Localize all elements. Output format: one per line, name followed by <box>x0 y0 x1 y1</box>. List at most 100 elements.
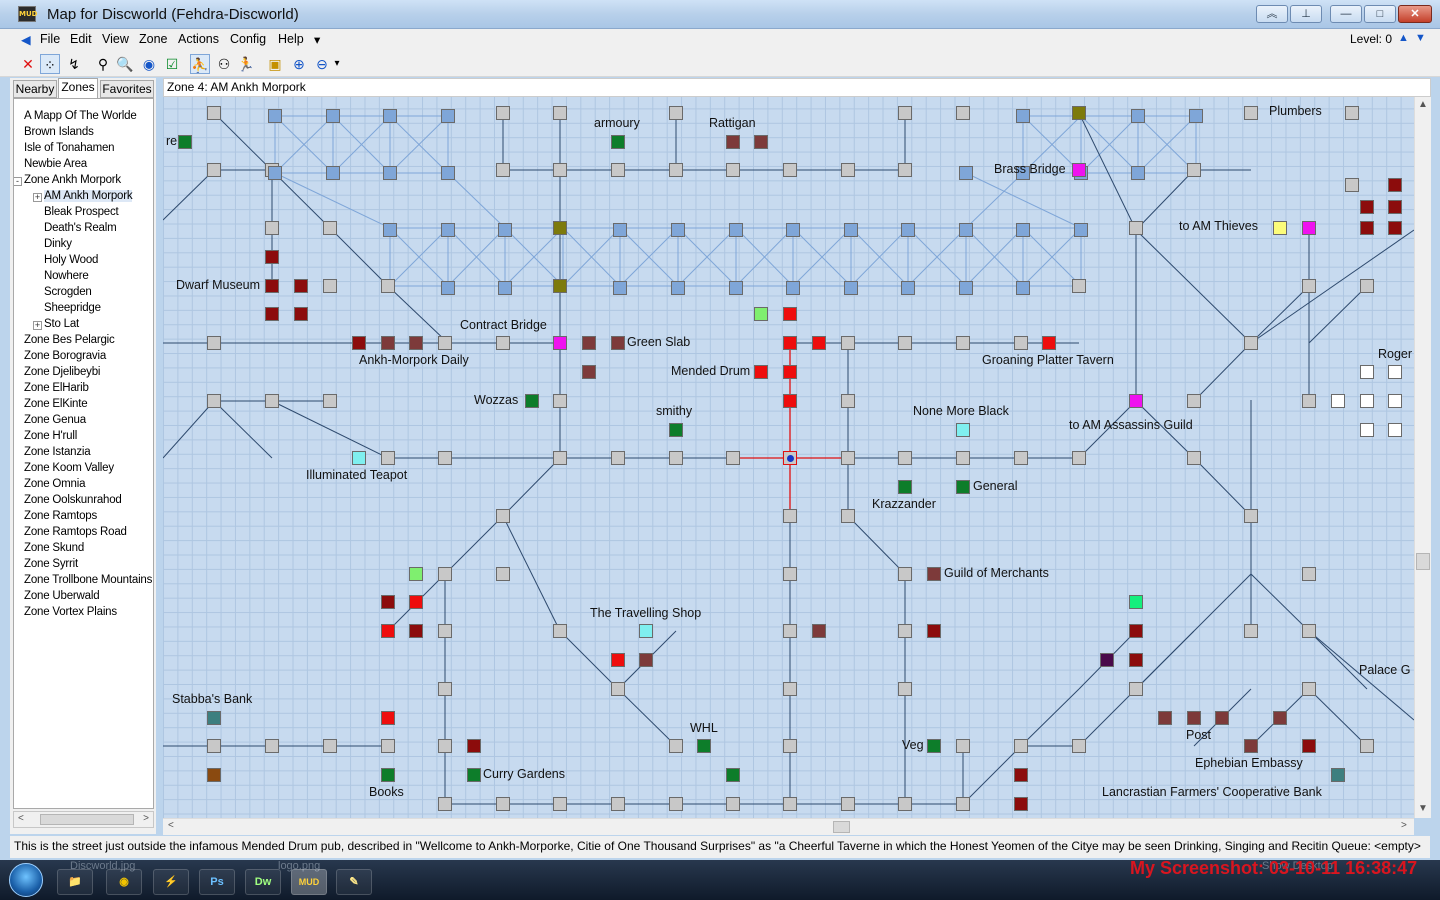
menu-config[interactable]: Config <box>230 32 266 46</box>
tab-favorites[interactable]: Favorites <box>100 80 154 98</box>
map-room[interactable] <box>438 451 452 465</box>
map-horizontal-scrollbar[interactable]: < > <box>163 818 1414 835</box>
map-room[interactable] <box>812 624 826 638</box>
map-room[interactable] <box>383 223 397 237</box>
delete-icon[interactable]: ✕ <box>18 54 38 74</box>
map-room[interactable] <box>352 451 366 465</box>
map-room[interactable] <box>927 739 941 753</box>
map-room[interactable] <box>959 223 973 237</box>
map-room[interactable] <box>1129 394 1143 408</box>
tree-item[interactable]: Isle of Tonahamen <box>24 142 115 154</box>
map-room[interactable] <box>1244 739 1258 753</box>
map-room[interactable] <box>467 739 481 753</box>
map-room[interactable] <box>812 336 826 350</box>
map-room[interactable] <box>1016 109 1030 123</box>
map-room[interactable] <box>498 223 512 237</box>
map-room[interactable] <box>1302 279 1316 293</box>
map-room[interactable] <box>553 221 567 235</box>
map-room[interactable] <box>1187 163 1201 177</box>
map-room[interactable] <box>726 163 740 177</box>
tree-item[interactable]: Zone Koom Valley <box>24 462 114 474</box>
map-room[interactable] <box>326 109 340 123</box>
map-room[interactable] <box>901 281 915 295</box>
map-room[interactable] <box>441 109 455 123</box>
tree-item[interactable]: Zone Syrrit <box>24 558 78 570</box>
map-canvas[interactable]: re armoury Rattigan Plumbers Brass Bridge to … <box>163 97 1414 818</box>
tree-item[interactable]: Zone Vortex Plains <box>24 606 117 618</box>
map-room[interactable] <box>409 567 423 581</box>
tree-item[interactable]: Sheepridge <box>44 302 101 314</box>
tree-item[interactable]: AM Ankh Morpork <box>44 190 133 202</box>
map-room[interactable] <box>207 711 221 725</box>
map-room[interactable] <box>613 281 627 295</box>
zone-icon[interactable]: ▣ <box>265 54 285 74</box>
map-room[interactable] <box>726 768 740 782</box>
tree-item[interactable]: Zone Borogravia <box>24 350 106 362</box>
map-room[interactable] <box>611 682 625 696</box>
taskbar-explorer-icon[interactable]: 📁 <box>57 869 93 895</box>
menu-help[interactable]: Help <box>278 32 304 46</box>
map-room[interactable] <box>268 109 282 123</box>
map-room[interactable] <box>496 509 510 523</box>
map-room[interactable] <box>783 624 797 638</box>
map-room[interactable] <box>1187 711 1201 725</box>
tree-item[interactable]: Zone Ankh Morpork <box>24 174 121 186</box>
tab-nearby[interactable]: Nearby <box>13 80 57 98</box>
tree-item[interactable]: Zone Skund <box>24 542 84 554</box>
map-room[interactable] <box>582 336 596 350</box>
map-room[interactable] <box>1187 394 1201 408</box>
map-room[interactable] <box>1072 739 1086 753</box>
map-room[interactable] <box>265 739 279 753</box>
map-room[interactable] <box>959 281 973 295</box>
scroll-left-icon[interactable]: < <box>168 820 174 831</box>
map-room[interactable] <box>841 163 855 177</box>
map-room[interactable] <box>786 281 800 295</box>
tree-item[interactable]: Zone Genua <box>24 414 86 426</box>
maximize-button[interactable]: □ <box>1364 5 1396 23</box>
map-room[interactable] <box>726 797 740 811</box>
map-hscroll-thumb[interactable] <box>833 821 850 833</box>
map-room[interactable] <box>639 624 653 638</box>
map-room[interactable] <box>754 307 768 321</box>
tree-item[interactable]: Zone H'rull <box>24 430 77 442</box>
map-room[interactable] <box>844 281 858 295</box>
map-room[interactable] <box>553 624 567 638</box>
tree-item[interactable]: Zone Omnia <box>24 478 85 490</box>
map-vscroll-thumb[interactable] <box>1416 553 1430 570</box>
binoculars-icon[interactable]: ⚲ <box>93 54 113 74</box>
tree-item[interactable]: Zone Trollbone Mountains <box>24 574 152 586</box>
tree-item[interactable]: Zone Istanzia <box>24 446 91 458</box>
map-room[interactable] <box>1273 221 1287 235</box>
map-room[interactable] <box>1244 336 1258 350</box>
map-room[interactable] <box>783 365 797 379</box>
map-room[interactable] <box>1129 653 1143 667</box>
runner-icon[interactable]: 🏃 <box>236 54 256 74</box>
map-room[interactable] <box>438 739 452 753</box>
map-room[interactable] <box>613 223 627 237</box>
map-room[interactable] <box>611 653 625 667</box>
map-room[interactable] <box>1360 365 1374 379</box>
map-room[interactable] <box>1014 797 1028 811</box>
map-room[interactable] <box>669 163 683 177</box>
map-room[interactable] <box>841 451 855 465</box>
map-room[interactable] <box>783 163 797 177</box>
map-room[interactable] <box>438 624 452 638</box>
map-room[interactable] <box>268 166 282 180</box>
map-room[interactable] <box>553 106 567 120</box>
level-down-icon[interactable]: ▼ <box>1415 32 1426 44</box>
taskbar-photoshop-icon[interactable]: Ps <box>199 869 235 895</box>
menu-view[interactable]: View <box>102 32 129 46</box>
back-icon[interactable]: ◀ <box>21 32 31 47</box>
map-room[interactable] <box>438 567 452 581</box>
map-room[interactable] <box>294 279 308 293</box>
map-room[interactable] <box>669 423 683 437</box>
globe-icon[interactable]: ◉ <box>139 54 159 74</box>
map-room[interactable] <box>898 451 912 465</box>
map-room[interactable] <box>669 797 683 811</box>
map-room[interactable] <box>496 336 510 350</box>
tree-item[interactable]: Holy Wood <box>44 254 98 266</box>
map-room[interactable] <box>783 394 797 408</box>
map-room[interactable] <box>1388 394 1402 408</box>
tree-item[interactable]: Newbie Area <box>24 158 87 170</box>
map-room[interactable] <box>553 394 567 408</box>
